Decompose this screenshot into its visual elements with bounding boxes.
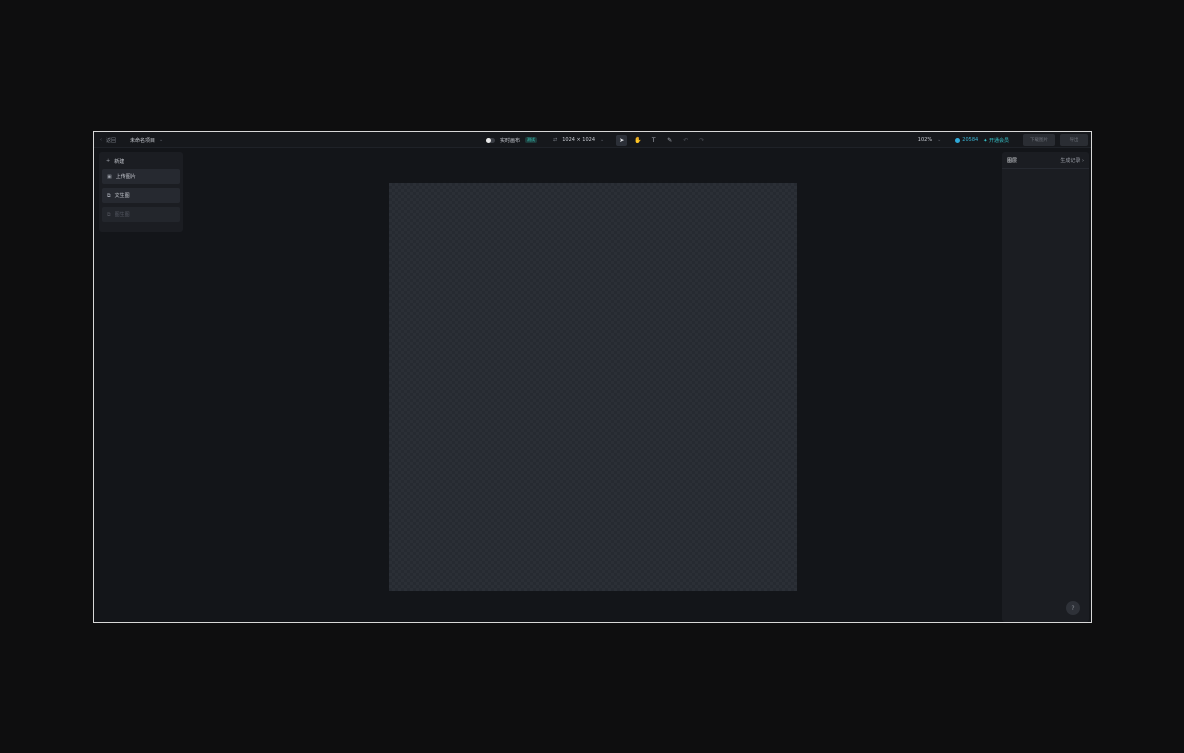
transparent-canvas[interactable]	[389, 183, 797, 591]
hand-tool-icon[interactable]: ✋	[632, 135, 643, 146]
credits-display[interactable]: 20584	[955, 137, 978, 143]
history-link[interactable]: 生成记录 ›	[1060, 157, 1084, 164]
new-label: 新建	[114, 158, 125, 165]
new-icon: +	[106, 158, 111, 164]
beta-badge: 测试	[525, 137, 538, 143]
app-window: ‹ 返回 未命名项目 ⌄ 实时画布 测试 ⇄ 1024 × 1024 ⌄ ➤ ✋…	[93, 131, 1092, 623]
history-label: 生成记录	[1060, 157, 1081, 164]
right-panel: 图层 生成记录 › ?	[1002, 152, 1089, 622]
upload-image-label: 上传图片	[115, 174, 136, 180]
zoom-level[interactable]: 102%	[918, 137, 932, 143]
back-chevron-icon[interactable]: ‹	[100, 137, 102, 143]
redo-icon[interactable]: ↷	[696, 135, 707, 146]
text-to-image-label: 文生图	[114, 193, 130, 199]
image-to-image-icon: ⧉	[107, 211, 111, 218]
toolbar-left: ‹ 返回 未命名项目 ⌄	[100, 132, 163, 148]
chevron-down-icon[interactable]: ⌄	[937, 137, 941, 143]
brush-tool-icon[interactable]: ✎	[664, 135, 675, 146]
undo-icon[interactable]: ↶	[680, 135, 691, 146]
realtime-label: 实时画布	[500, 137, 521, 144]
image-to-image-label: 图生图	[114, 212, 130, 218]
export-button[interactable]: 导出	[1060, 134, 1088, 146]
back-button[interactable]: 返回	[106, 137, 116, 144]
image-upload-icon: ▣	[107, 173, 112, 180]
download-button[interactable]: 下载图片	[1023, 134, 1055, 146]
top-toolbar: ‹ 返回 未命名项目 ⌄ 实时画布 测试 ⇄ 1024 × 1024 ⌄ ➤ ✋…	[94, 132, 1091, 148]
text-to-image-icon: ⧉	[107, 192, 111, 199]
canvas-size-select[interactable]: 1024 × 1024	[562, 137, 595, 143]
text-tool-icon[interactable]: T	[648, 135, 659, 146]
upload-image-button[interactable]: ▣ 上传图片	[102, 169, 180, 184]
toolbar-right: 102% ⌄ 20584 ✦ 开通会员 下载图片 导出	[918, 132, 1088, 148]
layers-tab[interactable]: 图层	[1007, 157, 1017, 164]
image-to-image-button: ⧉ 图生图	[102, 207, 180, 222]
resize-icon[interactable]: ⇄	[553, 137, 557, 143]
credits-value: 20584	[962, 137, 979, 143]
member-link[interactable]: ✦ 开通会员	[983, 137, 1009, 144]
member-label: 开通会员	[988, 137, 1009, 144]
text-to-image-button[interactable]: ⧉ 文生图	[102, 188, 180, 203]
chevron-down-icon[interactable]: ⌄	[159, 137, 163, 143]
left-panel: + 新建 ▣ 上传图片 ⧉ 文生图 ⧉ 图生图	[99, 152, 183, 232]
canvas-area[interactable]	[94, 148, 1002, 622]
realtime-toggle[interactable]	[486, 137, 495, 143]
right-panel-header: 图层 生成记录 ›	[1002, 152, 1089, 169]
new-header[interactable]: + 新建	[102, 156, 180, 166]
select-tool-icon[interactable]: ➤	[616, 134, 628, 146]
help-button[interactable]: ?	[1066, 601, 1080, 615]
chevron-down-icon[interactable]: ⌄	[600, 137, 604, 143]
project-title[interactable]: 未命名项目	[130, 137, 155, 144]
toolbar-center: 实时画布 测试 ⇄ 1024 × 1024 ⌄ ➤ ✋ T ✎ ↶ ↷	[486, 132, 707, 148]
credits-coin-icon	[955, 137, 961, 143]
